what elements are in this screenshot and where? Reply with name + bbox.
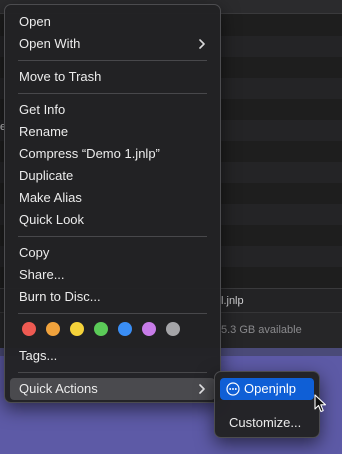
menu-item-quick-look[interactable]: Quick Look <box>10 209 215 231</box>
menu-item-quick-actions[interactable]: Quick Actions <box>10 378 215 400</box>
menu-item-duplicate[interactable]: Duplicate <box>10 165 215 187</box>
submenu-item-label: Openjnlp <box>244 381 297 396</box>
menu-item-make-alias[interactable]: Make Alias <box>10 187 215 209</box>
menu-separator <box>18 236 207 237</box>
submenu-item-openjnlp[interactable]: Openjnlp <box>220 378 314 400</box>
menu-item-move-to-trash[interactable]: Move to Trash <box>10 66 215 88</box>
context-menu: Open Open With Move to Trash Get Info Re… <box>4 4 221 403</box>
menu-item-open[interactable]: Open <box>10 11 215 33</box>
menu-item-label: Open With <box>19 36 81 51</box>
finder-filename-fragment: l.jnlp <box>221 295 244 307</box>
menu-separator <box>18 372 207 373</box>
ellipsis-circle-icon <box>226 382 240 396</box>
menu-item-label: Quick Actions <box>19 381 98 396</box>
menu-item-tags[interactable]: Tags... <box>10 345 215 367</box>
menu-item-open-with[interactable]: Open With <box>10 33 215 55</box>
tag-blue-dot[interactable] <box>118 322 132 336</box>
finder-storage-fragment: 5.3 GB available <box>221 324 302 336</box>
tag-orange-dot[interactable] <box>46 322 60 336</box>
menu-item-rename[interactable]: Rename <box>10 121 215 143</box>
chevron-right-icon <box>199 384 205 394</box>
menu-separator <box>18 93 207 94</box>
menu-item-compress[interactable]: Compress “Demo 1.jnlp” <box>10 143 215 165</box>
menu-separator <box>18 313 207 314</box>
quick-actions-submenu: Openjnlp Customize... <box>214 371 320 438</box>
submenu-item-customize[interactable]: Customize... <box>220 412 314 434</box>
menu-item-burn-to-disc[interactable]: Burn to Disc... <box>10 286 215 308</box>
menu-item-share[interactable]: Share... <box>10 264 215 286</box>
tag-green-dot[interactable] <box>94 322 108 336</box>
tag-gray-dot[interactable] <box>166 322 180 336</box>
mouse-pointer-icon <box>314 394 327 413</box>
tag-red-dot[interactable] <box>22 322 36 336</box>
chevron-right-icon <box>199 39 205 49</box>
tag-yellow-dot[interactable] <box>70 322 84 336</box>
menu-item-copy[interactable]: Copy <box>10 242 215 264</box>
tag-purple-dot[interactable] <box>142 322 156 336</box>
tag-color-row <box>22 322 192 336</box>
menu-item-get-info[interactable]: Get Info <box>10 99 215 121</box>
menu-separator <box>18 60 207 61</box>
